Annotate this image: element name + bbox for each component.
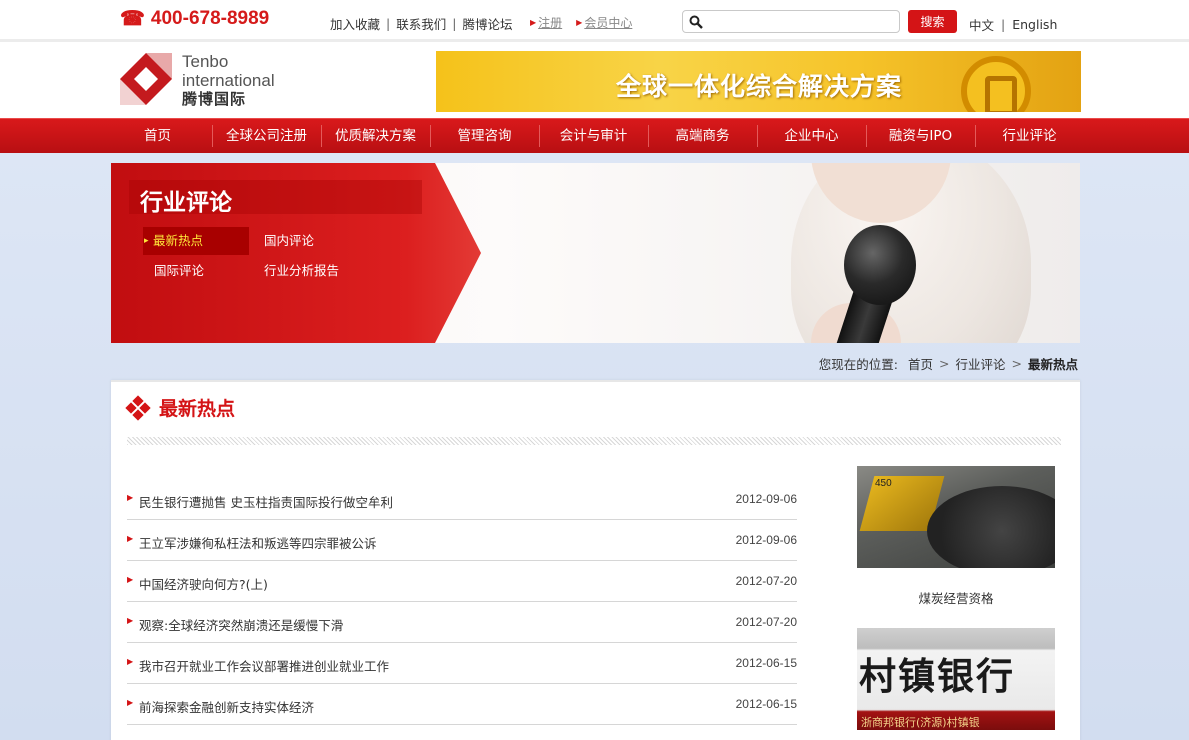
add-favorite-link[interactable]: 加入收藏 (330, 14, 380, 33)
breadcrumb-label: 您现在的位置: (818, 357, 898, 372)
forum-link[interactable]: 腾博论坛 (462, 14, 512, 33)
bullet-arrow-icon: ▶ (127, 698, 134, 707)
news-date: 2012-09-06 (735, 492, 797, 506)
breadcrumb-industry-link[interactable]: 行业评论 (955, 354, 1005, 373)
bullet-arrow-icon: ▶ (127, 657, 134, 666)
hatched-divider (127, 437, 1061, 445)
submenu-item-reports[interactable]: 行业分析报告 (264, 257, 339, 285)
search-button[interactable]: 搜索 (908, 10, 957, 33)
news-date: 2012-06-15 (735, 656, 797, 670)
news-item[interactable]: ▶ 民生银行遭抛售 史玉柱指责国际投行做空牟利 2012-09-06 (127, 479, 797, 520)
logo-text: Tenbo international 腾博国际 (182, 53, 275, 107)
divider: | (1001, 17, 1006, 32)
top-bar: ☎ 400-678-8989 加入收藏 | 联系我们 | 腾博论坛 ▶ 注册 ▶… (0, 0, 1189, 42)
nav-item-ipo[interactable]: 融资与IPO (866, 119, 975, 153)
diamond-cluster-icon (125, 394, 151, 421)
bullet-arrow-icon: ▶ (127, 534, 134, 543)
nav-item-accounting[interactable]: 会计与审计 (539, 119, 648, 153)
news-item[interactable]: ▶ 前海探索金融创新支持实体经济 2012-06-15 (127, 684, 797, 725)
logo-mark-icon (120, 53, 172, 105)
nav-item-business[interactable]: 高端商务 (648, 119, 757, 153)
breadcrumb: 您现在的位置: 首页 > 行业评论 > 最新热点 (819, 354, 1078, 373)
microphone-icon (844, 225, 916, 305)
content-card: 最新热点 ▶ 民生银行遭抛售 史玉柱指责国际投行做空牟利 2012-09-06 … (111, 380, 1080, 740)
nav-item-enterprise[interactable]: 企业中心 (757, 119, 866, 153)
news-item[interactable]: ▶ 我市召开就业工作会议部署推进创业就业工作 2012-06-15 (127, 643, 797, 684)
search-box (682, 10, 900, 33)
account-links: ▶ 注册 ▶ 会员中心 (530, 14, 632, 31)
section-title: 最新热点 (159, 398, 236, 420)
sidebar-features: 450 煤炭经营资格 村镇银行 浙商邦银行(济源)村镇银 (857, 466, 1055, 730)
site-logo[interactable]: Tenbo international 腾博国际 (120, 53, 275, 107)
news-title[interactable]: 民生银行遭抛售 史玉柱指责国际投行做空牟利 (139, 492, 393, 511)
news-list: ▶ 民生银行遭抛售 史玉柱指责国际投行做空牟利 2012-09-06 ▶ 王立军… (127, 479, 797, 725)
village-bank-image[interactable]: 村镇银行 浙商邦银行(济源)村镇银 (857, 628, 1055, 730)
header-banner[interactable]: 全球一体化综合解决方案 (436, 51, 1081, 112)
breadcrumb-current: 最新热点 (1027, 357, 1078, 372)
breadcrumb-separator: > (939, 356, 950, 371)
nav-item-home[interactable]: 首页 (103, 119, 212, 153)
page-title: 行业评论 (140, 190, 232, 216)
hotline: ☎ 400-678-8989 (120, 6, 269, 31)
arrow-right-icon: ▶ (530, 18, 537, 27)
bank-sign-subtext: 浙商邦银行(济源)村镇银 (861, 716, 980, 729)
coal-license-image[interactable]: 450 (857, 466, 1055, 568)
arrow-right-icon: ▶ (576, 18, 583, 27)
hotline-number: 400-678-8989 (150, 7, 270, 29)
bullet-arrow-icon: ▶ (127, 493, 134, 502)
nav-item-consulting[interactable]: 管理咨询 (430, 119, 539, 153)
nav-item-solutions[interactable]: 优质解决方案 (321, 119, 430, 153)
submenu-item-latest[interactable]: 最新热点 (143, 227, 249, 255)
contact-us-link[interactable]: 联系我们 (396, 14, 446, 33)
news-date: 2012-06-15 (735, 697, 797, 711)
bullet-arrow-icon: ▶ (127, 575, 134, 584)
news-title[interactable]: 我市召开就业工作会议部署推进创业就业工作 (139, 656, 389, 675)
nav-item-industry-review[interactable]: 行业评论 (975, 119, 1084, 153)
section-heading: 最新热点 (125, 394, 236, 421)
breadcrumb-home-link[interactable]: 首页 (908, 354, 933, 373)
news-item[interactable]: ▶ 观察:全球经济突然崩溃还是缓慢下滑 2012-07-20 (127, 602, 797, 643)
lang-chinese-link[interactable]: 中文 (969, 15, 994, 34)
bank-sign-text: 村镇银行 (859, 655, 1015, 698)
news-title[interactable]: 中国经济驶向何方?(上) (139, 574, 268, 593)
news-item[interactable]: ▶ 中国经济驶向何方?(上) 2012-07-20 (127, 561, 797, 602)
logo-english-line2: international (182, 71, 275, 90)
top-links: 加入收藏 | 联系我们 | 腾博论坛 (330, 14, 512, 33)
search-input[interactable] (709, 14, 899, 29)
news-title[interactable]: 前海探索金融创新支持实体经济 (139, 697, 314, 716)
nav-item-company-registration[interactable]: 全球公司注册 (212, 119, 321, 153)
hero-banner: 行业评论 最新热点 国内评论 国际评论 行业分析报告 (111, 163, 1080, 343)
logo-chinese: 腾博国际 (182, 90, 247, 108)
search-icon (689, 15, 703, 29)
divider: | (386, 16, 391, 31)
phone-icon: ☎ (120, 8, 145, 30)
divider: | (452, 16, 457, 31)
machine-number: 450 (875, 478, 892, 489)
bullet-arrow-icon: ▶ (127, 616, 134, 625)
banner-slogan: 全球一体化综合解决方案 (616, 72, 903, 101)
lang-english-link[interactable]: English (1012, 17, 1057, 32)
news-title[interactable]: 观察:全球经济突然崩溃还是缓慢下滑 (139, 615, 343, 634)
language-switch: 中文 | English (969, 15, 1057, 34)
news-date: 2012-09-06 (735, 533, 797, 547)
submenu-item-international[interactable]: 国际评论 (154, 257, 204, 285)
breadcrumb-separator: > (1011, 356, 1022, 371)
news-title[interactable]: 王立军涉嫌徇私枉法和叛逃等四宗罪被公诉 (139, 533, 377, 552)
main-nav: 首页 全球公司注册 优质解决方案 管理咨询 会计与审计 高端商务 企业中心 融资… (0, 118, 1189, 153)
news-date: 2012-07-20 (735, 574, 797, 588)
coin-icon (961, 56, 1031, 112)
register-link[interactable]: 注册 (538, 14, 562, 31)
submenu-item-domestic[interactable]: 国内评论 (264, 227, 314, 255)
logo-english-line1: Tenbo (182, 52, 229, 71)
news-date: 2012-07-20 (735, 615, 797, 629)
coal-license-caption[interactable]: 煤炭经营资格 (857, 568, 1055, 628)
member-center-link[interactable]: 会员中心 (584, 14, 632, 31)
news-item[interactable]: ▶ 王立军涉嫌徇私枉法和叛逃等四宗罪被公诉 2012-09-06 (127, 520, 797, 561)
